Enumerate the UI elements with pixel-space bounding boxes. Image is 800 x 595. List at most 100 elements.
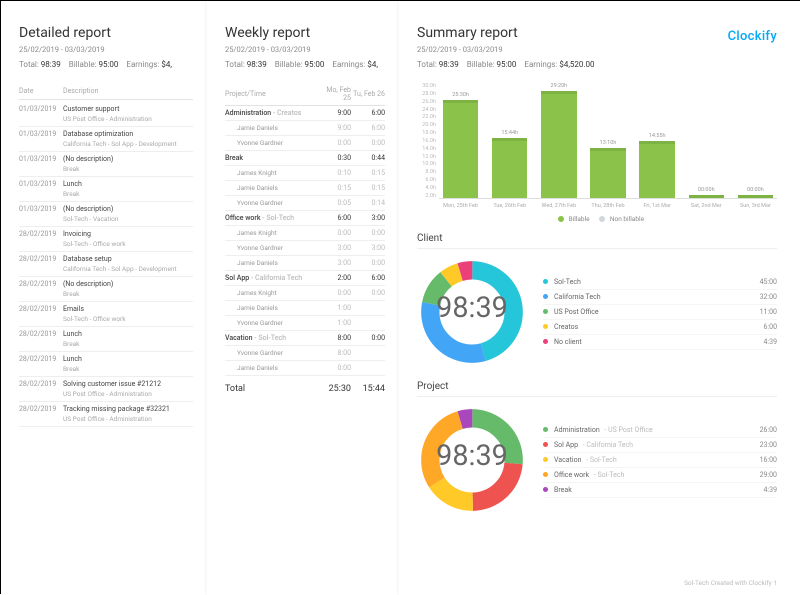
weekly-total-row: Total 25:30 15:44 <box>225 376 385 394</box>
weekly-person-d1: 0:05 <box>317 199 351 207</box>
weekly-person-d2: 3:00 <box>351 244 385 252</box>
weekly-group-d2: 0:44 <box>351 154 385 162</box>
weekly-billable-lbl: Billable: <box>275 60 303 69</box>
detailed-row-primary: Lunch <box>63 180 193 188</box>
nonbillable-dot-icon <box>599 216 605 222</box>
y-tick: 12.0h <box>417 154 436 160</box>
detailed-billable-val: 95:00 <box>98 60 118 69</box>
legend-dot-icon <box>543 294 548 299</box>
detailed-totals: Total: 98:39 Billable: 95:00 Earnings: $… <box>19 60 193 69</box>
weekly-person-d1: 3:00 <box>317 244 351 252</box>
legend-item: Administration - US Post Office 26:00 <box>543 423 777 438</box>
y-tick: 22.0h <box>417 114 436 120</box>
detailed-total-lbl: Total: <box>19 60 39 69</box>
legend-value: 4:39 <box>764 486 778 494</box>
legend-dot-icon <box>543 324 548 329</box>
weekly-person-name: Yvonne Gardner <box>225 244 317 252</box>
weekly-person-d2: 0:00 <box>351 139 385 147</box>
bar <box>689 195 724 198</box>
weekly-person-d1: 1:00 <box>317 304 351 312</box>
detailed-billable-lbl: Billable: <box>69 60 97 69</box>
summary-billable-val: 95:00 <box>496 60 516 69</box>
weekly-person-name: Jamie Daniels <box>225 124 317 132</box>
weekly-group-d2: 3:00 <box>351 214 385 222</box>
footer: Sol-Tech Created with Clockify 1 <box>684 579 777 587</box>
legend-item: California Tech 32:00 <box>543 290 777 305</box>
weekly-group: Vacation - Sol-Tech8:000:00 <box>225 331 385 346</box>
legend-value: 26:00 <box>760 426 777 434</box>
bar <box>492 138 527 198</box>
weekly-person-d1: 0:15 <box>317 184 351 192</box>
detailed-row-date: 28/02/2019 <box>19 230 63 248</box>
legend-name: Office work - Sol-Tech <box>554 471 760 479</box>
weekly-group-d2: 0:00 <box>351 334 385 342</box>
weekly-earnings-val: $4, <box>367 60 378 69</box>
legend-dot-icon <box>543 457 548 462</box>
detailed-title: Detailed report <box>19 25 193 41</box>
legend-item: Sol App - California Tech 23:00 <box>543 438 777 453</box>
weekly-group: Office work - Sol-Tech6:003:00 <box>225 211 385 226</box>
weekly-person: Yvonne Gardner8:00 <box>225 346 385 361</box>
weekly-person: Yvonne Gardner3:003:00 <box>225 241 385 256</box>
detailed-row-secondary: Break <box>63 365 193 373</box>
y-tick: 20.0h <box>417 122 436 128</box>
weekly-earnings-lbl: Earnings: <box>332 60 365 69</box>
brand-text: Clockify <box>728 29 777 44</box>
bar-column: 15:44h <box>488 83 531 198</box>
detailed-row-secondary: US Post Office - Administration <box>63 415 193 423</box>
detailed-row-primary: Lunch <box>63 355 193 363</box>
weekly-title: Weekly report <box>225 25 385 41</box>
legend-item: Creatos 6:00 <box>543 320 777 335</box>
legend-name: California Tech <box>554 293 760 301</box>
detailed-row-date: 28/02/2019 <box>19 280 63 298</box>
weekly-person-name: Yvonne Gardner <box>225 319 317 327</box>
summary-total-val: 98:39 <box>439 60 459 69</box>
weekly-person-name: Jamie Daniels <box>225 184 317 192</box>
y-tick: 16.0h <box>417 138 436 144</box>
legend-dot-icon <box>543 472 548 477</box>
legend-value: 23:00 <box>760 441 777 449</box>
billable-dot-icon <box>558 216 564 222</box>
detailed-row-secondary: Sol-Tech - Vacation <box>63 215 193 223</box>
legend-value: 6:00 <box>764 323 778 331</box>
legend-dot-icon <box>543 487 548 492</box>
detailed-row: 01/03/2019 Customer support US Post Offi… <box>19 102 193 127</box>
weekly-group-name: Vacation - Sol-Tech <box>225 334 317 342</box>
weekly-person-d1: 9:00 <box>317 124 351 132</box>
y-tick: 26.0h <box>417 99 436 105</box>
weekly-person-d2: 0:00 <box>351 259 385 267</box>
weekly-person-name: Jamie Daniels <box>225 259 317 267</box>
detailed-row-primary: Invoicing <box>63 230 193 238</box>
legend-value: 11:00 <box>760 308 777 316</box>
bar-column: 00:00h <box>734 83 777 198</box>
legend-dot-icon <box>543 339 548 344</box>
detailed-row-secondary: US Post Office - Administration <box>63 390 193 398</box>
weekly-person-d1: 1:00 <box>317 319 351 327</box>
detailed-earnings-lbl: Earnings: <box>126 60 159 69</box>
detailed-row-date: 01/03/2019 <box>19 105 63 123</box>
bar-value-label: 25:30h <box>452 92 469 98</box>
weekly-person-name: James Knight <box>225 169 317 177</box>
weekly-person-d2: 0:15 <box>351 184 385 192</box>
x-tick: Mon, 25th Feb <box>439 203 482 209</box>
project-section: Project 98:39 Administration - US Post O… <box>417 381 777 515</box>
legend-item: No client 4:39 <box>543 335 777 350</box>
weekly-person-name: Yvonne Gardner <box>225 139 317 147</box>
detailed-row-secondary: Sol-Tech - Office work <box>63 240 193 248</box>
weekly-person-d1: 0:00 <box>317 289 351 297</box>
legend-name: US Post Office <box>554 308 760 316</box>
bar-value-label: 00:00h <box>698 187 715 193</box>
client-donut-chart: 98:39 <box>417 257 527 367</box>
weekly-report-sheet: Weekly report 25/02/2019 - 03/03/2019 To… <box>207 1 399 595</box>
detailed-row: 28/02/2019 Invoicing Sol-Tech - Office w… <box>19 227 193 252</box>
bar-column: 14:55h <box>636 83 679 198</box>
legend-name: Administration - US Post Office <box>554 426 760 434</box>
y-tick: 2.0h <box>417 193 436 199</box>
x-tick: Fri, 1st Mar <box>636 203 679 209</box>
detailed-row-primary: Tracking missing package #32321 <box>63 405 193 413</box>
legend-value: 45:00 <box>760 278 777 286</box>
weekly-group: Sol App - California Tech2:006:00 <box>225 271 385 286</box>
bar <box>738 195 773 198</box>
detailed-row: 28/02/2019 Lunch Break <box>19 327 193 352</box>
weekly-person-d2: 0:00 <box>351 229 385 237</box>
